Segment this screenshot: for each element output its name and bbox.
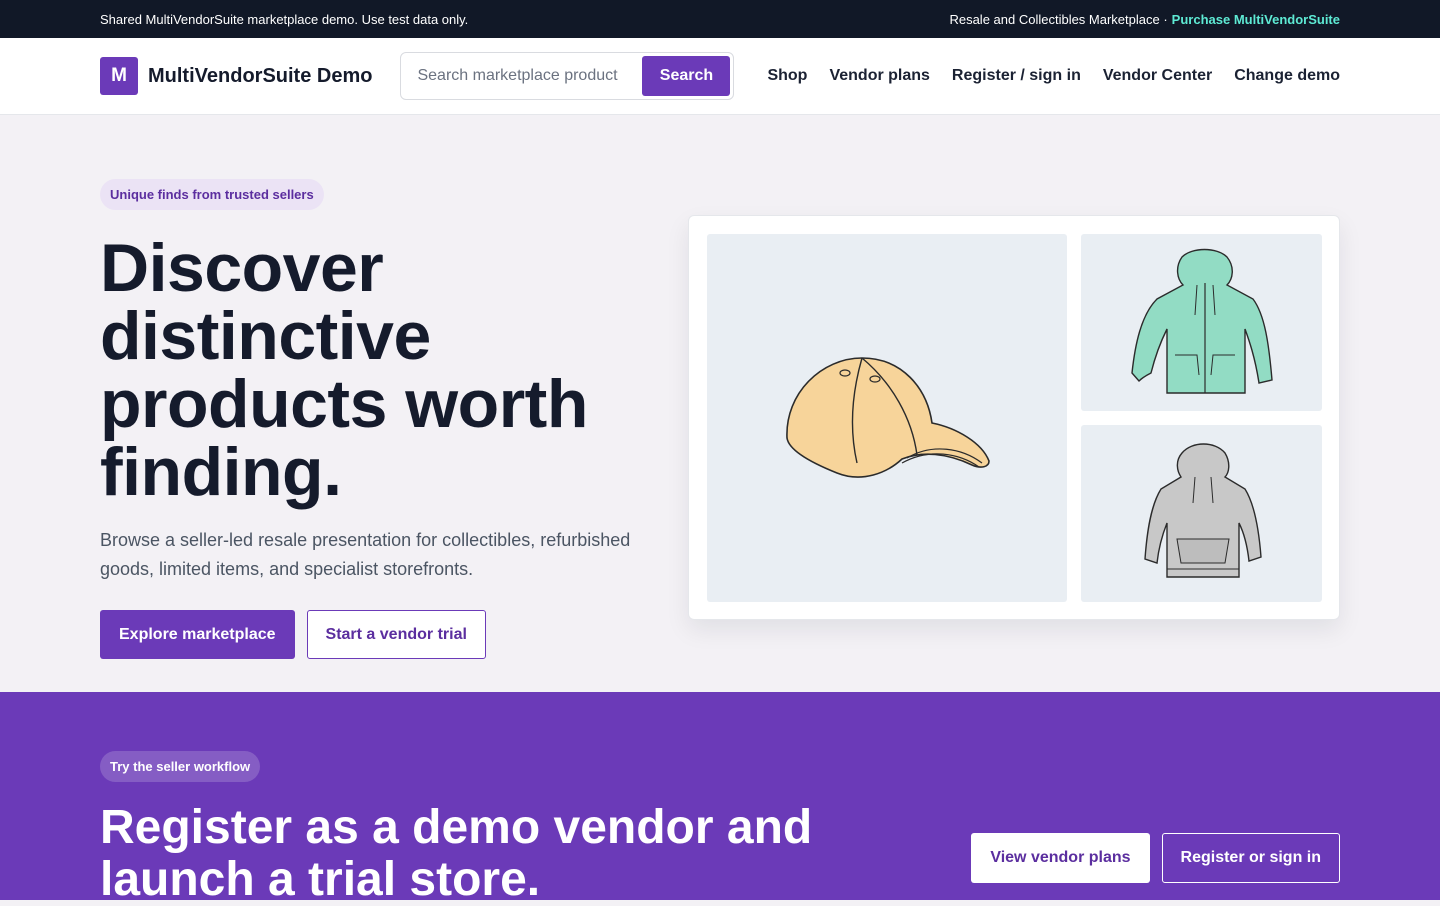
gallery-tile-cap[interactable] <box>707 234 1067 602</box>
vendor-title: Register as a demo vendor and launch a t… <box>100 801 813 906</box>
vendor-eyebrow: Try the seller workflow <box>100 751 261 782</box>
hero-description: Browse a seller-led resale presentation … <box>100 530 631 579</box>
green-hoodie-icon <box>1130 248 1273 394</box>
marketplace-label: Resale and Collectibles Marketplace · <box>949 11 1168 27</box>
nav-vendor-center[interactable]: Vendor Center <box>1103 67 1212 85</box>
hero-eyebrow: Unique finds from trusted sellers <box>100 179 324 210</box>
vendor-cta-section: Try the seller workflow Register as a de… <box>0 692 1440 906</box>
announcement-bar: Shared MultiVendorSuite marketplace demo… <box>0 0 1440 38</box>
baseball-cap-icon <box>786 357 990 478</box>
nav-change-demo[interactable]: Change demo <box>1234 67 1340 85</box>
hero-actions: Explore marketplace Start a vendor trial <box>100 610 660 659</box>
explore-marketplace-button[interactable]: Explore marketplace <box>100 610 295 659</box>
gallery-tile-gray-hoodie[interactable] <box>1081 425 1322 602</box>
main-nav: Shop Vendor plans Register / sign in Ven… <box>767 67 1340 85</box>
hero-title: Discover distinctive products worth find… <box>100 230 588 510</box>
gallery-tile-green-hoodie[interactable] <box>1081 234 1322 411</box>
site-header: M MultiVendorSuite Demo Search Shop Vend… <box>0 38 1440 115</box>
register-sign-in-button[interactable]: Register or sign in <box>1161 833 1340 883</box>
brand-name: MultiVendorSuite Demo <box>148 64 373 87</box>
nav-register-sign-in[interactable]: Register / sign in <box>952 67 1081 85</box>
view-vendor-plans-button[interactable]: View vendor plans <box>971 833 1150 883</box>
gray-hoodie-icon <box>1143 442 1262 578</box>
hero-section: Unique finds from trusted sellers Discov… <box>0 115 1440 693</box>
vendor-actions: View vendor plans Register or sign in <box>971 833 1340 883</box>
product-gallery <box>688 215 1340 620</box>
search-button[interactable]: Search <box>642 56 731 96</box>
search-input[interactable] <box>404 67 643 85</box>
demo-notice: Shared MultiVendorSuite marketplace demo… <box>100 11 469 27</box>
nav-vendor-plans[interactable]: Vendor plans <box>829 67 929 85</box>
hero-content: Unique finds from trusted sellers Discov… <box>100 179 660 659</box>
topbar-right: Resale and Collectibles Marketplace · Pu… <box>949 12 1340 27</box>
brand-link[interactable]: M MultiVendorSuite Demo <box>100 57 372 95</box>
purchase-link[interactable]: Purchase MultiVendorSuite <box>1172 12 1340 27</box>
nav-shop[interactable]: Shop <box>767 67 807 85</box>
start-vendor-trial-button[interactable]: Start a vendor trial <box>306 610 486 659</box>
search-form: Search <box>400 52 735 100</box>
brand-logo: M <box>100 57 138 95</box>
